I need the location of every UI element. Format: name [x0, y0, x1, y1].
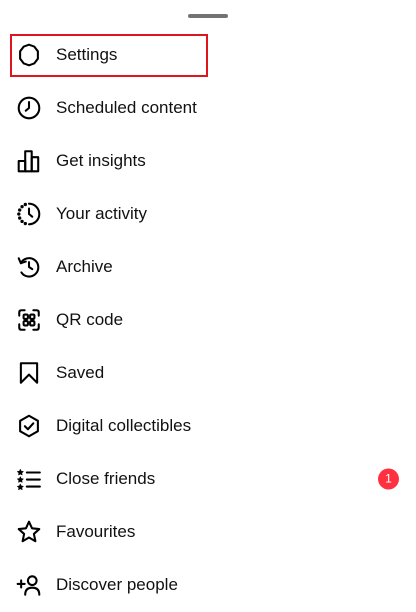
menu-item-close-friends[interactable]: Close friends 1 — [0, 452, 416, 505]
menu-item-digital-collectibles[interactable]: Digital collectibles — [0, 399, 416, 452]
bar-chart-icon — [15, 147, 43, 175]
menu-item-your-activity[interactable]: Your activity — [0, 187, 416, 240]
menu-list: Settings Scheduled content Get insights — [0, 28, 416, 611]
menu-item-label: Digital collectibles — [56, 415, 192, 435]
bottom-sheet-menu: Settings Scheduled content Get insights — [0, 0, 416, 612]
menu-item-archive[interactable]: Archive — [0, 240, 416, 293]
menu-item-label: QR code — [56, 309, 124, 329]
bookmark-icon — [15, 359, 43, 387]
menu-item-label: Scheduled content — [56, 97, 197, 117]
menu-item-label: Close friends — [56, 468, 156, 488]
drag-handle-area[interactable] — [0, 12, 416, 18]
menu-item-label: Get insights — [56, 150, 146, 170]
menu-item-qr-code[interactable]: QR code — [0, 293, 416, 346]
clock-icon — [15, 94, 43, 122]
menu-item-label: Archive — [56, 256, 113, 276]
close-friends-list-icon — [15, 465, 43, 493]
menu-item-label: Your activity — [56, 203, 148, 223]
qr-code-icon — [15, 306, 43, 334]
menu-item-label: Saved — [56, 362, 105, 382]
activity-clock-icon — [15, 200, 43, 228]
star-icon — [15, 518, 43, 546]
menu-item-favourites[interactable]: Favourites — [0, 505, 416, 558]
archive-history-icon — [15, 253, 43, 281]
notification-badge: 1 — [378, 468, 399, 489]
menu-item-label: Favourites — [56, 521, 136, 541]
drag-handle[interactable] — [188, 14, 228, 18]
menu-item-label: Discover people — [56, 574, 178, 594]
menu-item-label: Settings — [56, 44, 118, 64]
menu-item-saved[interactable]: Saved — [0, 346, 416, 399]
menu-item-get-insights[interactable]: Get insights — [0, 134, 416, 187]
menu-item-discover-people[interactable]: Discover people — [0, 558, 416, 611]
shield-check-icon — [15, 412, 43, 440]
menu-item-settings[interactable]: Settings — [0, 28, 416, 81]
add-person-icon — [15, 571, 43, 599]
menu-item-scheduled-content[interactable]: Scheduled content — [0, 81, 416, 134]
settings-gear-icon — [15, 41, 43, 69]
